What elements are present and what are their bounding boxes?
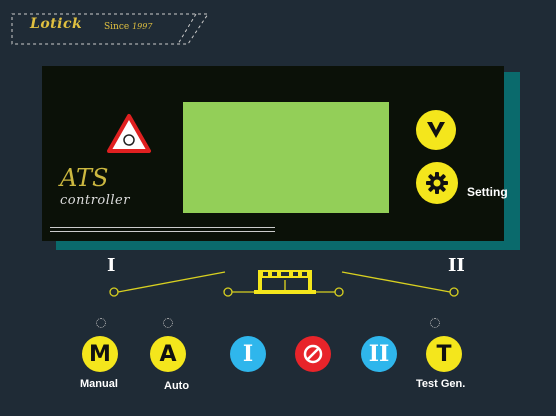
auto-indicator-led (163, 318, 173, 328)
source2-label: II (448, 255, 465, 276)
warning-icon (107, 114, 151, 153)
panel-subtitle: controller (60, 193, 130, 208)
setting-button[interactable] (416, 162, 458, 204)
stop-icon (303, 344, 323, 364)
manual-glyph: M (89, 341, 111, 367)
manual-button[interactable]: M (82, 336, 118, 372)
auto-label: Auto (164, 380, 190, 392)
test-indicator-led (430, 318, 440, 328)
test-button[interactable]: T (426, 336, 462, 372)
chevron-down-icon (427, 122, 445, 138)
brand-since: Since 1997 (104, 22, 153, 32)
breaker-icon (254, 270, 316, 294)
auto-glyph: A (159, 341, 177, 367)
source1-button[interactable]: I (230, 336, 266, 372)
manual-indicator-led (96, 318, 106, 328)
setting-label: Setting (467, 185, 508, 199)
manual-label: Manual (80, 378, 118, 390)
source2-glyph: II (368, 341, 390, 367)
test-gen-label: Test Gen. (416, 378, 466, 390)
source1-glyph: I (242, 341, 254, 367)
transfer-diagram (109, 270, 459, 297)
source2-button[interactable]: II (361, 336, 397, 372)
source1-label: I (107, 255, 116, 276)
divider-line (50, 227, 275, 228)
test-glyph: T (436, 341, 452, 367)
brand-name: Lotick (30, 16, 83, 32)
stop-button[interactable] (295, 336, 331, 372)
gear-icon (426, 172, 448, 194)
auto-button[interactable]: A (150, 336, 186, 372)
divider-line (50, 231, 275, 232)
scroll-down-button[interactable] (416, 110, 456, 150)
lcd-display (183, 102, 389, 213)
panel-title: ATS (60, 164, 109, 192)
